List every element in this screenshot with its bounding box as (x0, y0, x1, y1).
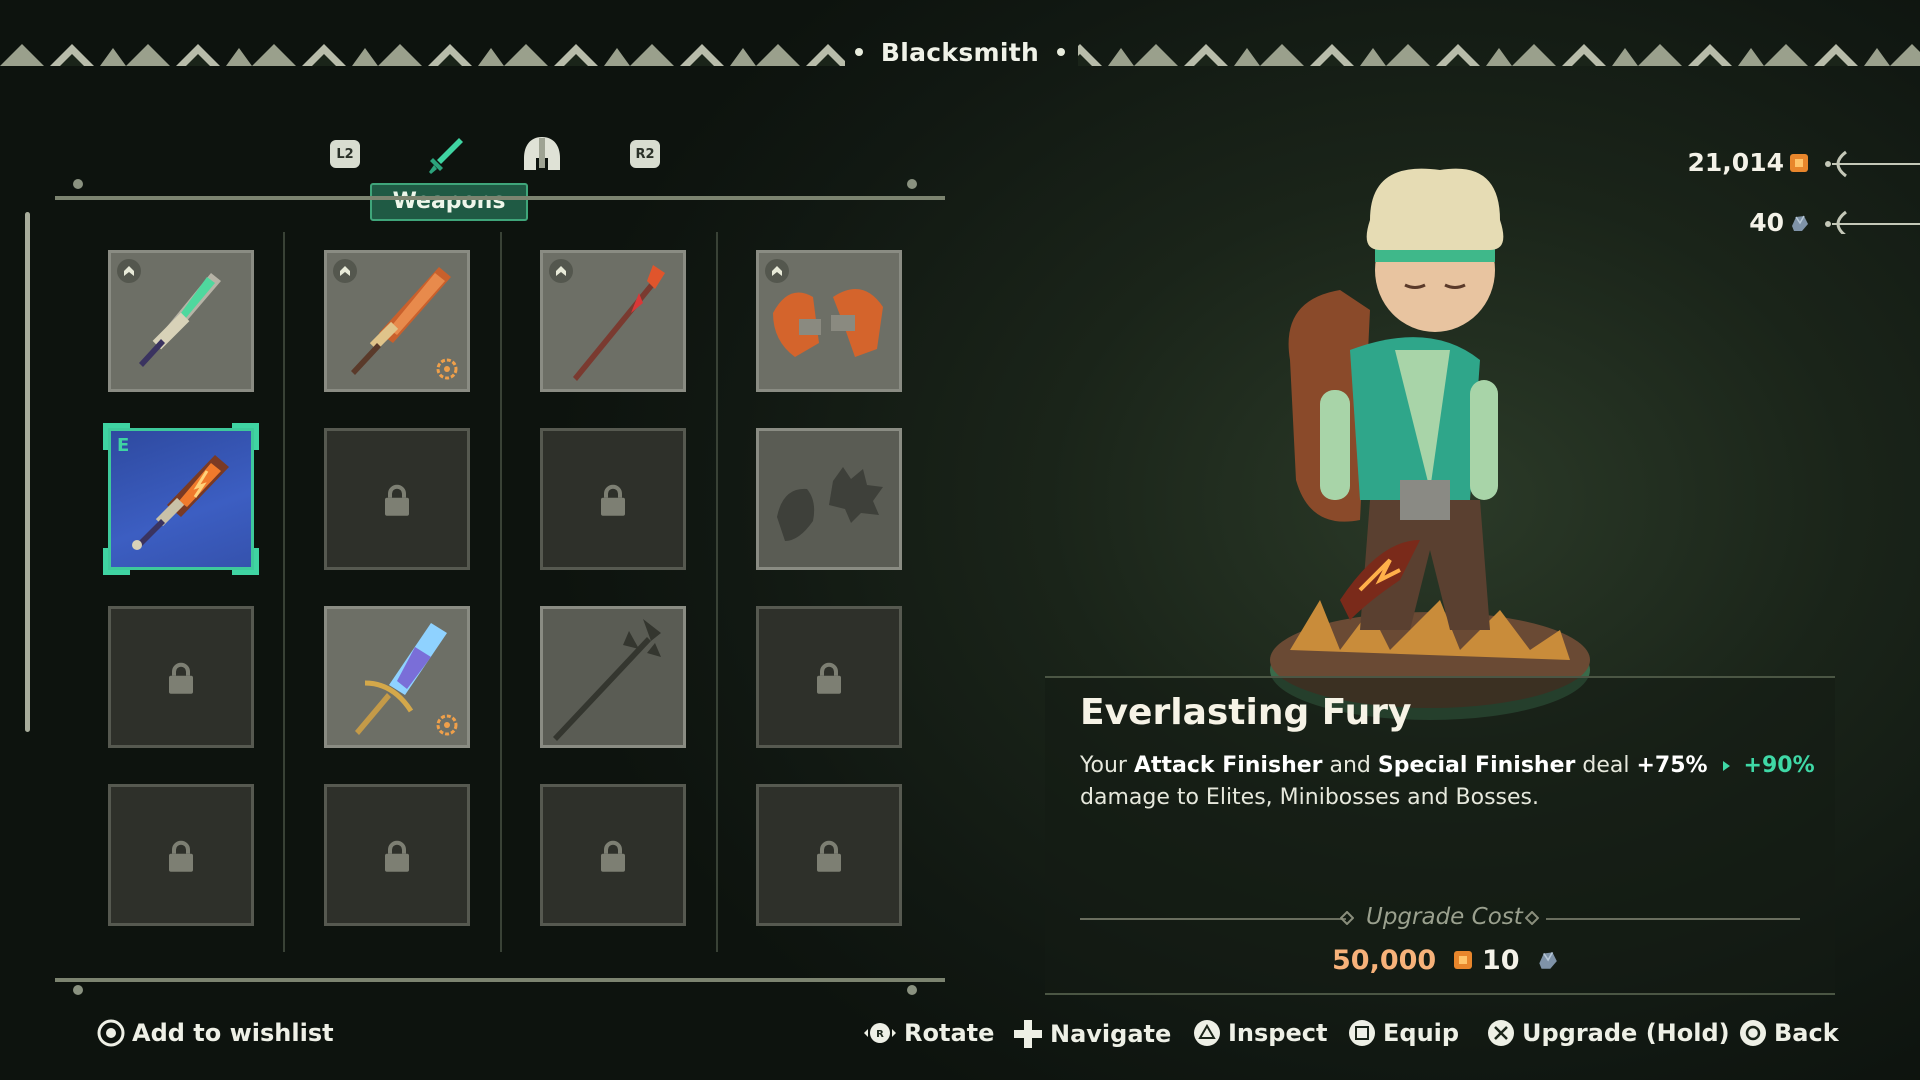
circle-button-icon (1740, 1020, 1766, 1046)
top-rail (55, 196, 945, 200)
svg-text:R: R (876, 1029, 884, 1040)
locked-weapon-slot[interactable] (108, 784, 254, 926)
right-stick-press-icon (97, 1019, 125, 1047)
upgrade-ore-cost: 10 (1482, 945, 1559, 976)
weapon-slot-selected[interactable]: E (103, 423, 259, 575)
gold-counter: 21,014 (1688, 148, 1810, 177)
locked-weapon-slot[interactable] (540, 784, 686, 926)
lock-icon (169, 662, 193, 694)
tab-armor[interactable] (520, 134, 564, 180)
upgrade-available-icon (436, 358, 458, 380)
tab-weapons[interactable] (425, 134, 467, 180)
hint-inspect[interactable]: Inspect (1192, 1018, 1327, 1048)
scrollbar[interactable] (25, 212, 30, 732)
trident-silhouette-icon (553, 619, 661, 741)
arrow-right-icon (1722, 761, 1730, 771)
right-stick-icon: R (864, 1023, 896, 1043)
upgradeable-badge-icon (333, 259, 357, 283)
hint-navigate[interactable]: Navigate (1012, 1018, 1171, 1050)
square-button-icon (1349, 1020, 1375, 1046)
weapon-slot[interactable] (324, 606, 470, 748)
hint-add-to-wishlist[interactable]: Add to wishlist (96, 1018, 334, 1048)
triangle-button-icon (1194, 1020, 1220, 1046)
upgradeable-badge-icon (549, 259, 573, 283)
weapon-slot[interactable] (324, 250, 470, 392)
hint-back[interactable]: Back (1738, 1018, 1839, 1048)
r2-button-prompt[interactable]: R2 (630, 140, 660, 168)
hint-upgrade-hold[interactable]: Upgrade (Hold) (1486, 1018, 1730, 1048)
weapon-slot[interactable] (540, 250, 686, 392)
fire-sword-icon (132, 455, 229, 550)
locked-weapon-slot[interactable] (756, 606, 902, 748)
upgrade-cost-label: Upgrade Cost (1366, 904, 1523, 930)
locked-weapon-slot[interactable] (324, 784, 470, 926)
weapon-slot[interactable] (108, 250, 254, 392)
item-name: Everlasting Fury (1080, 692, 1412, 733)
equipped-tag: E (117, 435, 130, 456)
gold-coin-icon (1453, 951, 1472, 969)
lock-icon (817, 662, 841, 694)
weapon-slot[interactable] (756, 428, 902, 570)
ore-icon (1539, 951, 1557, 969)
bottom-rail (55, 978, 945, 982)
dpad-icon (1014, 1020, 1042, 1048)
upgrade-gold-cost: 50,000 (1332, 945, 1474, 976)
mystery-weapon-icon (777, 467, 883, 541)
lock-icon (385, 840, 409, 872)
character-preview[interactable] (1200, 160, 1660, 740)
l2-button-prompt[interactable]: L2 (330, 140, 360, 168)
upgrade-available-icon (436, 714, 458, 736)
helmet-icon (524, 137, 560, 170)
locked-weapon-slot[interactable] (108, 606, 254, 748)
locked-weapon-slot[interactable] (540, 428, 686, 570)
cross-button-icon (1488, 1020, 1514, 1046)
gold-coin-icon (1790, 153, 1808, 172)
lock-icon (817, 840, 841, 872)
lock-icon (169, 840, 193, 872)
ore-counter: 40 (1749, 208, 1810, 237)
page-title: Blacksmith (0, 38, 1920, 67)
item-description: Your Attack Finisher and Special Finishe… (1080, 753, 1815, 810)
currency-ornament (1825, 150, 1920, 234)
upgradeable-badge-icon (765, 259, 789, 283)
locked-weapon-slot[interactable] (324, 428, 470, 570)
lock-icon (385, 484, 409, 516)
weapon-slot[interactable] (756, 250, 902, 392)
hint-equip[interactable]: Equip (1347, 1018, 1459, 1048)
locked-weapon-slot[interactable] (756, 784, 902, 926)
sword-icon (429, 138, 463, 174)
ore-icon (1792, 215, 1808, 231)
hint-rotate[interactable]: R Rotate (862, 1018, 994, 1048)
weapon-slot[interactable] (540, 606, 686, 748)
lock-icon (601, 484, 625, 516)
active-tab-label: Weapons (370, 183, 528, 221)
upgradeable-badge-icon (117, 259, 141, 283)
lock-icon (601, 840, 625, 872)
